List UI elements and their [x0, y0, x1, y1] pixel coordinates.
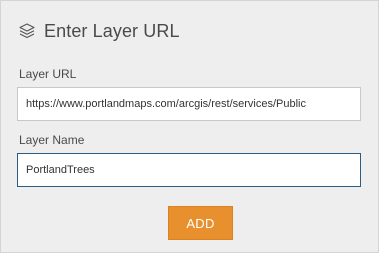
enter-layer-url-panel: Enter Layer URL Layer URL Layer Name ADD [0, 0, 379, 253]
panel-title: Enter Layer URL [44, 20, 180, 41]
add-button[interactable]: ADD [168, 206, 233, 240]
layer-name-label: Layer Name [19, 133, 85, 147]
layer-url-label: Layer URL [19, 67, 77, 81]
panel-header: Enter Layer URL [18, 19, 180, 43]
layer-url-input[interactable] [17, 87, 361, 121]
layer-name-input[interactable] [17, 153, 361, 187]
layers-icon [18, 22, 36, 40]
